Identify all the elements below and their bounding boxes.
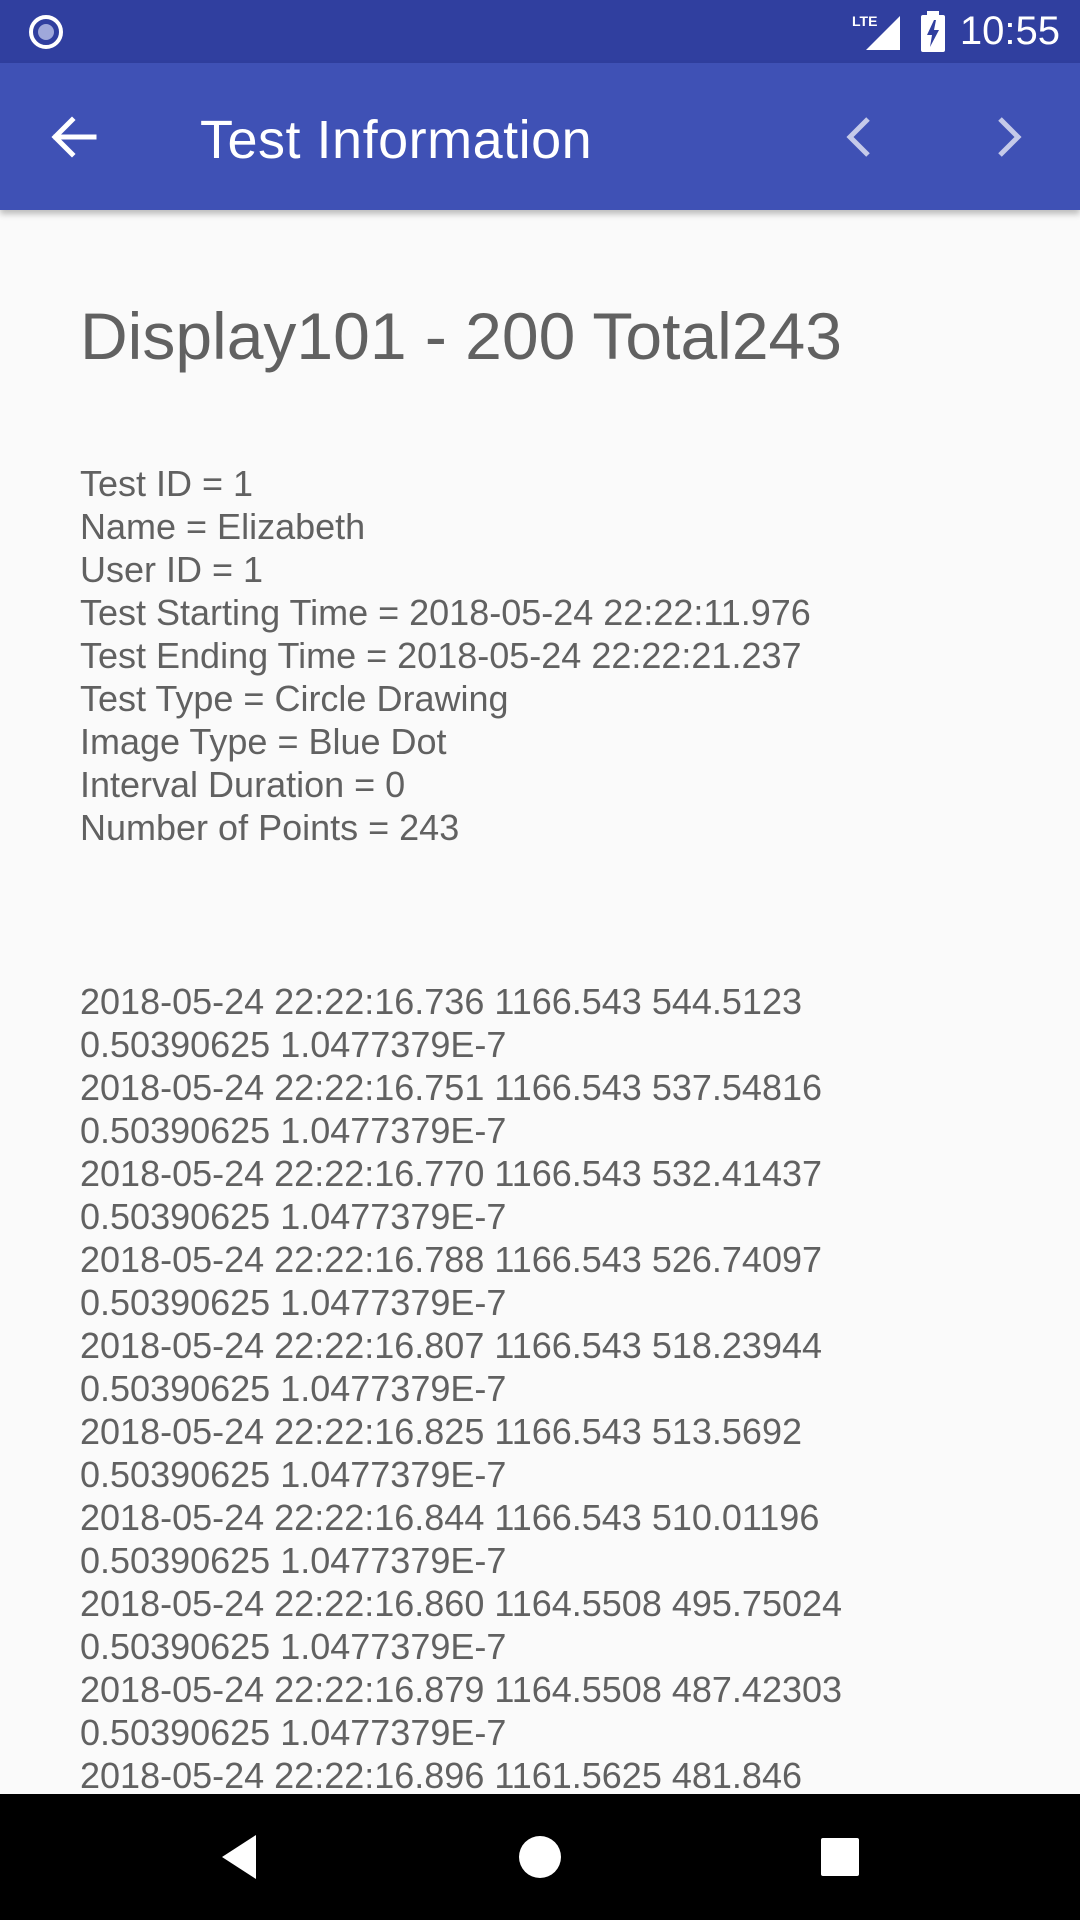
signal-icon: LTE (852, 13, 900, 50)
data-line: 2018-05-24 22:22:16.770 1166.543 532.414… (80, 1153, 823, 1194)
data-line: 2018-05-24 22:22:16.788 1166.543 526.740… (80, 1239, 823, 1280)
data-line: 0.50390625 1.0477379E-7 (80, 1712, 507, 1753)
info-name: Name = Elizabeth (80, 506, 366, 547)
app-bar: Test Information (0, 63, 1080, 210)
data-line: 2018-05-24 22:22:16.825 1166.543 513.569… (80, 1411, 802, 1452)
back-arrow-icon[interactable] (44, 107, 104, 167)
data-line: 2018-05-24 22:22:16.896 1161.5625 481.84… (80, 1755, 802, 1794)
notification-icon (29, 15, 63, 49)
content-scroll[interactable]: Display101 - 200 Total243 Test ID = 1 Na… (0, 210, 1080, 1794)
data-line: 0.50390625 1.0477379E-7 (80, 1024, 507, 1065)
nav-home-icon[interactable] (510, 1827, 570, 1887)
data-line: 2018-05-24 22:22:16.844 1166.543 510.011… (80, 1497, 820, 1538)
nav-recents-icon[interactable] (810, 1827, 870, 1887)
data-line: 0.50390625 1.0477379E-7 (80, 1540, 507, 1581)
network-label: LTE (852, 13, 877, 29)
data-line: 2018-05-24 22:22:16.860 1164.5508 495.75… (80, 1583, 843, 1624)
status-time: 10:55 (959, 9, 1060, 53)
data-line: 0.50390625 1.0477379E-7 (80, 1626, 507, 1667)
data-line: 0.50390625 1.0477379E-7 (80, 1368, 507, 1409)
chevron-right-icon[interactable] (978, 107, 1038, 167)
battery-charging-icon (920, 10, 945, 52)
data-line: 2018-05-24 22:22:16.751 1166.543 537.548… (80, 1067, 823, 1108)
data-line: 0.50390625 1.0477379E-7 (80, 1282, 507, 1323)
navigation-bar (0, 1794, 1080, 1920)
data-line: 0.50390625 1.0477379E-7 (80, 1196, 507, 1237)
test-info: Test ID = 1 Name = Elizabeth User ID = 1… (80, 462, 811, 849)
chevron-left-icon[interactable] (830, 107, 890, 167)
info-number-of-points: Number of Points = 243 (80, 807, 460, 848)
info-image-type: Image Type = Blue Dot (80, 721, 447, 762)
data-line: 2018-05-24 22:22:16.879 1164.5508 487.42… (80, 1669, 843, 1710)
data-line: 0.50390625 1.0477379E-7 (80, 1110, 507, 1151)
data-line: 2018-05-24 22:22:16.736 1166.543 544.512… (80, 981, 802, 1022)
info-test-id: Test ID = 1 (80, 463, 254, 504)
page-title: Test Information (200, 110, 593, 170)
info-test-type: Test Type = Circle Drawing (80, 678, 509, 719)
data-points-list: 2018-05-24 22:22:16.736 1166.543 544.512… (80, 980, 842, 1794)
status-right: LTE 10:55 (850, 0, 1060, 63)
status-bar: LTE 10:55 (0, 0, 1080, 63)
info-user-id: User ID = 1 (80, 549, 264, 590)
info-end-time: Test Ending Time = 2018-05-24 22:22:21.2… (80, 635, 802, 676)
info-interval-duration: Interval Duration = 0 (80, 764, 406, 805)
data-line: 0.50390625 1.0477379E-7 (80, 1454, 507, 1495)
info-start-time: Test Starting Time = 2018-05-24 22:22:11… (80, 592, 811, 633)
nav-back-icon[interactable] (210, 1827, 270, 1887)
display-heading: Display101 - 200 Total243 (80, 299, 842, 373)
data-line: 2018-05-24 22:22:16.807 1166.543 518.239… (80, 1325, 823, 1366)
